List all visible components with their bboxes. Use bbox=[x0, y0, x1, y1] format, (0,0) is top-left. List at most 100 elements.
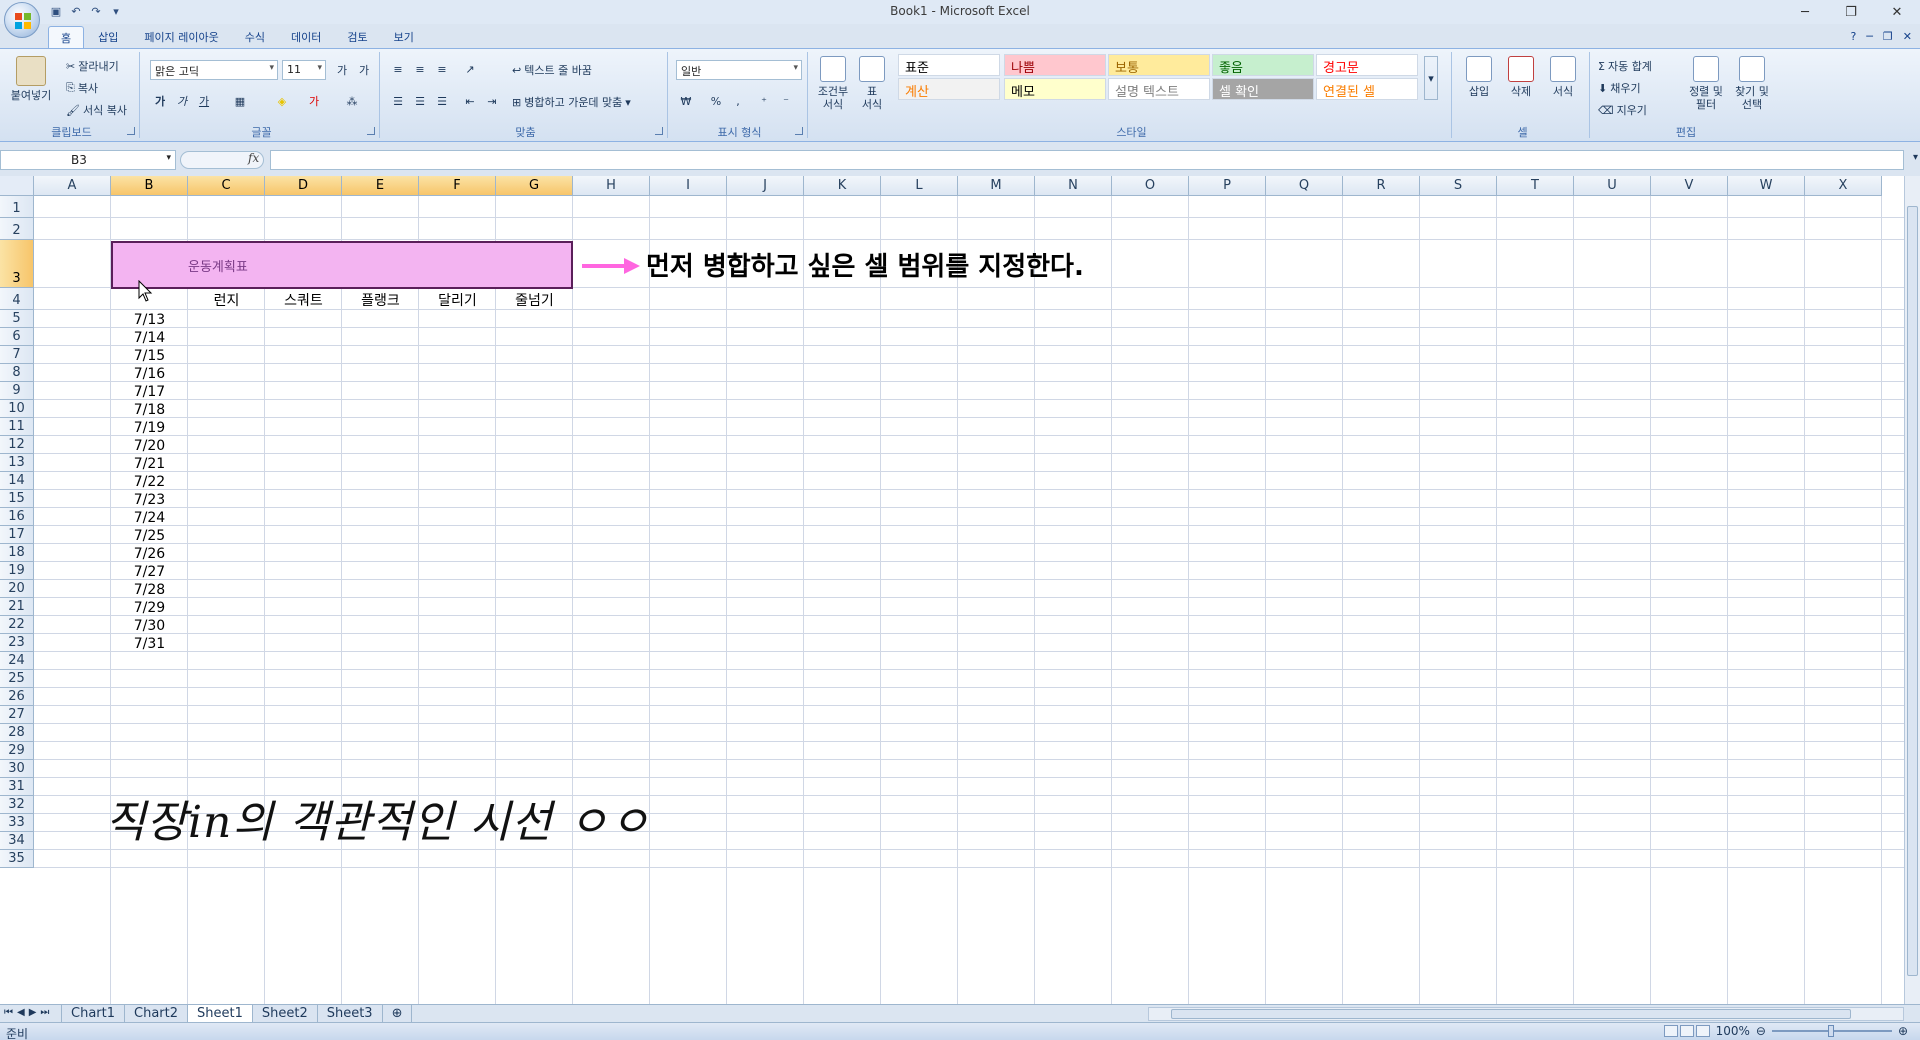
cell-style-item[interactable]: 메모 bbox=[1004, 78, 1106, 100]
cell-style-item[interactable]: 계산 bbox=[898, 78, 1000, 100]
decrease-decimal-icon[interactable]: ⁻ bbox=[776, 92, 796, 110]
insert-function-icon[interactable]: fx bbox=[248, 151, 259, 165]
row-header-8[interactable]: 8 bbox=[0, 364, 34, 382]
row-header-11[interactable]: 11 bbox=[0, 418, 34, 436]
column-header-l[interactable]: L bbox=[881, 176, 958, 196]
date-cell[interactable]: 7/18 bbox=[111, 402, 188, 418]
conditional-format-button[interactable]: 조건부 서식 bbox=[814, 56, 852, 111]
row-header-13[interactable]: 13 bbox=[0, 454, 34, 472]
sort-filter-button[interactable]: 정렬 및 필터 bbox=[1684, 56, 1728, 111]
column-header-t[interactable]: T bbox=[1497, 176, 1574, 196]
sheet-tab-sheet2[interactable]: Sheet2 bbox=[251, 1005, 318, 1023]
align-left-icon[interactable]: ☰ bbox=[388, 92, 408, 110]
clear-button[interactable]: ⌫ 지우기 bbox=[1598, 102, 1647, 118]
column-header-j[interactable]: J bbox=[727, 176, 804, 196]
cell-style-item[interactable]: 표준 bbox=[898, 54, 1000, 76]
row-header-21[interactable]: 21 bbox=[0, 598, 34, 616]
first-sheet-icon[interactable]: ⏮ bbox=[4, 1007, 13, 1018]
row-header-14[interactable]: 14 bbox=[0, 472, 34, 490]
tab-view[interactable]: 보기 bbox=[382, 26, 426, 48]
grow-font-icon[interactable]: 가 bbox=[332, 61, 352, 79]
column-header-u[interactable]: U bbox=[1574, 176, 1651, 196]
phonetic-icon[interactable]: ⁂ bbox=[342, 92, 362, 110]
date-cell[interactable]: 7/29 bbox=[111, 600, 188, 616]
comma-button[interactable]: , bbox=[728, 92, 748, 110]
ribbon-restore-icon[interactable]: ❐ bbox=[1883, 30, 1893, 43]
cell-style-item[interactable]: 좋음 bbox=[1212, 54, 1314, 76]
column-header-e[interactable]: E bbox=[342, 176, 419, 196]
number-format-select[interactable]: 일반 bbox=[676, 60, 802, 80]
normal-view-icon[interactable] bbox=[1663, 1025, 1678, 1037]
row-header-10[interactable]: 10 bbox=[0, 400, 34, 418]
row-header-28[interactable]: 28 bbox=[0, 724, 34, 742]
align-right-icon[interactable]: ☰ bbox=[432, 92, 452, 110]
decrease-indent-icon[interactable]: ⇤ bbox=[460, 92, 480, 110]
close-icon[interactable]: ✕ bbox=[1874, 0, 1920, 24]
tab-formulas[interactable]: 수식 bbox=[233, 26, 277, 48]
fill-color-icon[interactable]: ◈ bbox=[272, 92, 292, 110]
row-header-32[interactable]: 32 bbox=[0, 796, 34, 814]
align-top-icon[interactable]: ≡ bbox=[388, 60, 408, 78]
row-header-12[interactable]: 12 bbox=[0, 436, 34, 454]
cut-button[interactable]: ✂ 잘라내기 bbox=[66, 58, 119, 74]
row-header-22[interactable]: 22 bbox=[0, 616, 34, 634]
header-cell[interactable]: 달리기 bbox=[419, 290, 496, 310]
column-header-c[interactable]: C bbox=[188, 176, 265, 196]
row-header-3[interactable]: 3 bbox=[0, 240, 34, 288]
sheet-tab-chart1[interactable]: Chart1 bbox=[61, 1005, 125, 1023]
italic-button[interactable]: 가 bbox=[172, 92, 192, 110]
date-cell[interactable]: 7/28 bbox=[111, 582, 188, 598]
column-header-x[interactable]: X bbox=[1805, 176, 1882, 196]
row-header-19[interactable]: 19 bbox=[0, 562, 34, 580]
clipboard-launcher-icon[interactable] bbox=[127, 127, 135, 135]
insert-cells-button[interactable]: 삽입 bbox=[1460, 56, 1498, 98]
column-header-f[interactable]: F bbox=[419, 176, 496, 196]
font-launcher-icon[interactable] bbox=[367, 127, 375, 135]
horizontal-scroll-thumb[interactable] bbox=[1171, 1009, 1851, 1019]
align-center-icon[interactable]: ☰ bbox=[410, 92, 430, 110]
formula-input[interactable] bbox=[270, 150, 1904, 170]
row-header-17[interactable]: 17 bbox=[0, 526, 34, 544]
row-header-25[interactable]: 25 bbox=[0, 670, 34, 688]
row-header-1[interactable]: 1 bbox=[0, 196, 34, 218]
underline-button[interactable]: 가 bbox=[194, 92, 214, 110]
shrink-font-icon[interactable]: 가 bbox=[354, 61, 374, 79]
date-cell[interactable]: 7/30 bbox=[111, 618, 188, 634]
date-cell[interactable]: 7/22 bbox=[111, 474, 188, 490]
align-middle-icon[interactable]: ≡ bbox=[410, 60, 430, 78]
row-header-23[interactable]: 23 bbox=[0, 634, 34, 652]
page-layout-view-icon[interactable] bbox=[1679, 1025, 1694, 1037]
horizontal-scrollbar[interactable] bbox=[1148, 1007, 1904, 1021]
header-cell[interactable]: 플랭크 bbox=[342, 290, 419, 310]
row-header-31[interactable]: 31 bbox=[0, 778, 34, 796]
header-cell[interactable]: 스쿼트 bbox=[265, 290, 342, 310]
row-header-4[interactable]: 4 bbox=[0, 288, 34, 310]
sheet-tab-sheet1[interactable]: Sheet1 bbox=[187, 1005, 253, 1023]
row-header-20[interactable]: 20 bbox=[0, 580, 34, 598]
column-header-v[interactable]: V bbox=[1651, 176, 1728, 196]
column-header-a[interactable]: A bbox=[34, 176, 111, 196]
format-cells-button[interactable]: 서식 bbox=[1544, 56, 1582, 98]
increase-decimal-icon[interactable]: ⁺ bbox=[754, 92, 774, 110]
column-header-i[interactable]: I bbox=[650, 176, 727, 196]
autosum-button[interactable]: Σ 자동 합계 bbox=[1598, 58, 1652, 74]
row-header-30[interactable]: 30 bbox=[0, 760, 34, 778]
copy-button[interactable]: ⎘ 복사 bbox=[66, 80, 98, 96]
zoom-out-icon[interactable]: ⊖ bbox=[1756, 1024, 1766, 1038]
style-gallery-scroll-icon[interactable]: ▾ bbox=[1424, 56, 1438, 100]
merge-center-button[interactable]: ⊞ 병합하고 가운데 맞춤 ▾ bbox=[512, 94, 631, 110]
row-header-34[interactable]: 34 bbox=[0, 832, 34, 850]
page-break-view-icon[interactable] bbox=[1695, 1025, 1710, 1037]
worksheet-grid[interactable]: A B C D E F G H I J K L M N O P Q R S T U V W X 1 2 3 4 5 6 7 8 9 10 11 12 1… bbox=[0, 176, 1904, 1004]
sheet-tab-chart2[interactable]: Chart2 bbox=[124, 1005, 188, 1023]
row-header-9[interactable]: 9 bbox=[0, 382, 34, 400]
last-sheet-icon[interactable]: ⏭ bbox=[40, 1007, 49, 1018]
date-cell[interactable]: 7/24 bbox=[111, 510, 188, 526]
row-header-24[interactable]: 24 bbox=[0, 652, 34, 670]
expand-formula-bar-icon[interactable]: ▾ bbox=[1913, 152, 1918, 163]
date-cell[interactable]: 7/21 bbox=[111, 456, 188, 472]
ribbon-close-icon[interactable]: ✕ bbox=[1903, 30, 1912, 43]
date-cell[interactable]: 7/23 bbox=[111, 492, 188, 508]
date-cell[interactable]: 7/27 bbox=[111, 564, 188, 580]
zoom-slider[interactable] bbox=[1771, 1025, 1892, 1037]
